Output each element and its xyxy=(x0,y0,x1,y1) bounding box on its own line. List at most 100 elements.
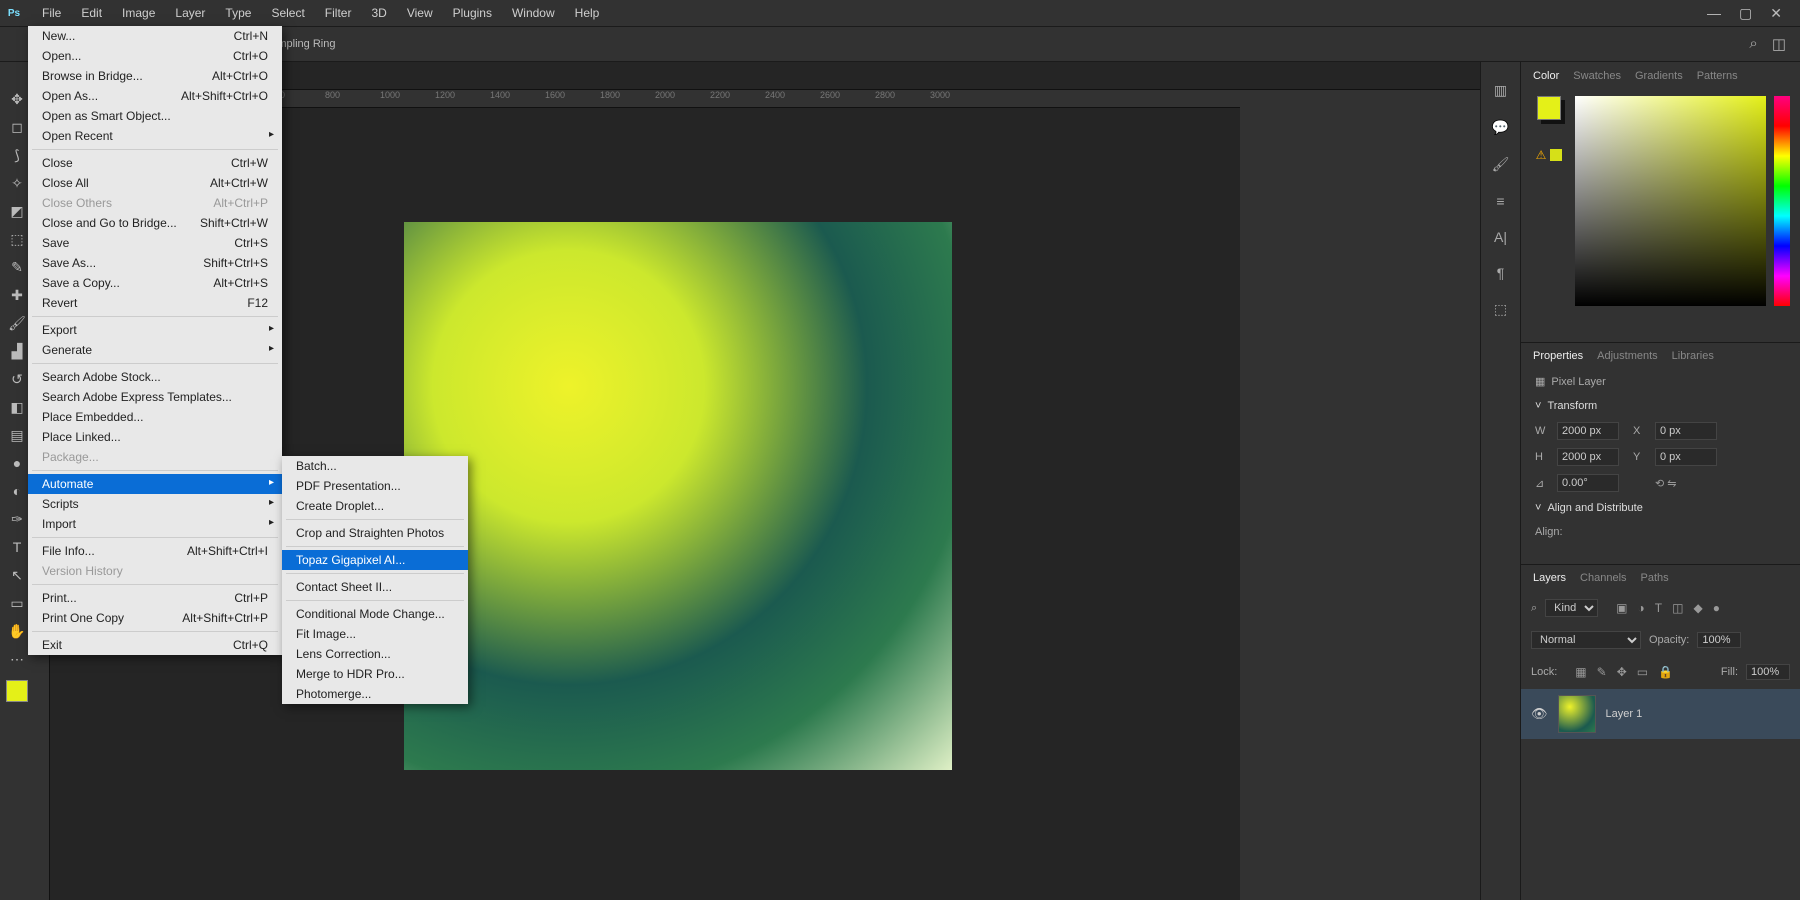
path-tool-icon[interactable]: ↖ xyxy=(3,562,31,588)
menuitem-place-linked-[interactable]: Place Linked... xyxy=(28,427,282,447)
panel-icon[interactable]: ▥ xyxy=(1494,82,1507,99)
x-input[interactable] xyxy=(1655,422,1717,440)
document-canvas[interactable] xyxy=(404,222,952,770)
panel-icon[interactable]: ¶ xyxy=(1497,265,1505,281)
tab-channels[interactable]: Channels xyxy=(1580,572,1626,584)
shape-tool-icon[interactable]: ▭ xyxy=(3,590,31,616)
visibility-icon[interactable]: 👁 xyxy=(1531,706,1548,722)
pen-tool-icon[interactable]: ✑ xyxy=(3,506,31,532)
lasso-tool-icon[interactable]: ⟆ xyxy=(3,142,31,168)
filter-icon[interactable]: T xyxy=(1655,601,1662,615)
menu-select[interactable]: Select xyxy=(261,2,314,24)
crop-tool-icon[interactable]: ◩ xyxy=(3,198,31,224)
menuitem-place-embedded-[interactable]: Place Embedded... xyxy=(28,407,282,427)
menu-help[interactable]: Help xyxy=(565,2,610,24)
fg-bg-swatch[interactable] xyxy=(6,680,28,702)
height-input[interactable] xyxy=(1557,448,1619,466)
menuitem-crop-and-straighten-photos[interactable]: Crop and Straighten Photos xyxy=(282,523,468,543)
color-field[interactable] xyxy=(1575,96,1766,306)
menuitem-print-[interactable]: Print...Ctrl+P xyxy=(28,588,282,608)
transform-header[interactable]: ˅ Transform xyxy=(1521,394,1800,418)
dodge-tool-icon[interactable]: ◐ xyxy=(3,478,31,504)
search-icon[interactable]: ⌕ xyxy=(1749,35,1757,53)
heal-tool-icon[interactable]: ✚ xyxy=(3,282,31,308)
menuitem-lens-correction-[interactable]: Lens Correction... xyxy=(282,644,468,664)
menuitem-import[interactable]: Import xyxy=(28,514,282,534)
menuitem-close[interactable]: CloseCtrl+W xyxy=(28,153,282,173)
panel-icon[interactable]: ≡ xyxy=(1496,193,1504,209)
width-input[interactable] xyxy=(1557,422,1619,440)
menuitem-export[interactable]: Export xyxy=(28,320,282,340)
panel-icon[interactable]: 🖌 xyxy=(1492,156,1510,173)
foreground-swatch[interactable] xyxy=(1537,96,1561,120)
menuitem-generate[interactable]: Generate xyxy=(28,340,282,360)
lock-icon[interactable]: ▭ xyxy=(1637,665,1648,679)
menu-edit[interactable]: Edit xyxy=(71,2,112,24)
menuitem-search-adobe-stock-[interactable]: Search Adobe Stock... xyxy=(28,367,282,387)
tab-patterns[interactable]: Patterns xyxy=(1697,70,1738,82)
menuitem-batch-[interactable]: Batch... xyxy=(282,456,468,476)
stamp-tool-icon[interactable]: ▟ xyxy=(3,338,31,364)
frame-tool-icon[interactable]: ⬚ xyxy=(3,226,31,252)
menuitem-contact-sheet-ii-[interactable]: Contact Sheet II... xyxy=(282,577,468,597)
blur-tool-icon[interactable]: ● xyxy=(3,450,31,476)
lock-icon[interactable]: ▦ xyxy=(1575,665,1586,679)
menuitem-merge-to-hdr-pro-[interactable]: Merge to HDR Pro... xyxy=(282,664,468,684)
tab-layers[interactable]: Layers xyxy=(1533,572,1566,584)
history-brush-icon[interactable]: ↺ xyxy=(3,366,31,392)
kind-filter[interactable]: Kind xyxy=(1545,599,1598,617)
menuitem-photomerge-[interactable]: Photomerge... xyxy=(282,684,468,704)
filter-toggle-icon[interactable]: ● xyxy=(1713,601,1720,615)
hand-tool-icon[interactable]: ✋ xyxy=(3,618,31,644)
opacity-input[interactable] xyxy=(1697,632,1741,648)
menuitem-open-[interactable]: Open...Ctrl+O xyxy=(28,46,282,66)
eraser-tool-icon[interactable]: ◧ xyxy=(3,394,31,420)
panel-icon[interactable]: ⬚ xyxy=(1494,301,1507,318)
more-tools-icon[interactable]: ⋯ xyxy=(3,646,31,672)
tab-adjustments[interactable]: Adjustments xyxy=(1597,350,1658,362)
close-icon[interactable]: ✕ xyxy=(1770,5,1782,22)
menuitem-file-info-[interactable]: File Info...Alt+Shift+Ctrl+I xyxy=(28,541,282,561)
filter-icon[interactable]: ◑ xyxy=(1638,601,1645,615)
angle-input[interactable] xyxy=(1557,474,1619,492)
menu-window[interactable]: Window xyxy=(502,2,565,24)
move-tool-icon[interactable]: ✥ xyxy=(3,86,31,112)
gamut-warning-icon[interactable]: ⚠ xyxy=(1536,148,1547,162)
menuitem-revert[interactable]: RevertF12 xyxy=(28,293,282,313)
menuitem-new-[interactable]: New...Ctrl+N xyxy=(28,26,282,46)
menuitem-automate[interactable]: Automate xyxy=(28,474,282,494)
menuitem-close-and-go-to-bridge-[interactable]: Close and Go to Bridge...Shift+Ctrl+W xyxy=(28,213,282,233)
menuitem-conditional-mode-change-[interactable]: Conditional Mode Change... xyxy=(282,604,468,624)
tab-paths[interactable]: Paths xyxy=(1641,572,1669,584)
lock-icon[interactable]: ✎ xyxy=(1597,665,1607,679)
menu-file[interactable]: File xyxy=(32,2,71,24)
lock-icon[interactable]: ✥ xyxy=(1617,665,1627,679)
menuitem-close-all[interactable]: Close AllAlt+Ctrl+W xyxy=(28,173,282,193)
menu-view[interactable]: View xyxy=(397,2,443,24)
menuitem-open-as-smart-object-[interactable]: Open as Smart Object... xyxy=(28,106,282,126)
minimize-icon[interactable]: — xyxy=(1707,5,1721,22)
menuitem-fit-image-[interactable]: Fit Image... xyxy=(282,624,468,644)
layer-thumbnail[interactable] xyxy=(1558,695,1596,733)
layer-row[interactable]: 👁 Layer 1 xyxy=(1521,689,1800,739)
menuitem-pdf-presentation-[interactable]: PDF Presentation... xyxy=(282,476,468,496)
menu-plugins[interactable]: Plugins xyxy=(443,2,502,24)
brush-tool-icon[interactable]: 🖌 xyxy=(3,310,31,336)
menu-3d[interactable]: 3D xyxy=(361,2,396,24)
menu-type[interactable]: Type xyxy=(215,2,261,24)
wand-tool-icon[interactable]: ✧ xyxy=(3,170,31,196)
filter-icon[interactable]: ◫ xyxy=(1672,601,1683,615)
gradient-tool-icon[interactable]: ▤ xyxy=(3,422,31,448)
menuitem-save-a-copy-[interactable]: Save a Copy...Alt+Ctrl+S xyxy=(28,273,282,293)
maximize-icon[interactable]: ▢ xyxy=(1739,5,1752,22)
fill-input[interactable] xyxy=(1746,664,1790,680)
menuitem-browse-in-bridge-[interactable]: Browse in Bridge...Alt+Ctrl+O xyxy=(28,66,282,86)
filter-icon[interactable]: ◆ xyxy=(1693,601,1702,615)
menuitem-topaz-gigapixel-ai-[interactable]: Topaz Gigapixel AI... xyxy=(282,550,468,570)
tab-properties[interactable]: Properties xyxy=(1533,350,1583,362)
menuitem-open-as-[interactable]: Open As...Alt+Shift+Ctrl+O xyxy=(28,86,282,106)
eyedropper-tool-icon[interactable]: ✎ xyxy=(3,254,31,280)
marquee-tool-icon[interactable]: ◻ xyxy=(3,114,31,140)
layer-name[interactable]: Layer 1 xyxy=(1606,708,1643,720)
menuitem-exit[interactable]: ExitCtrl+Q xyxy=(28,635,282,655)
